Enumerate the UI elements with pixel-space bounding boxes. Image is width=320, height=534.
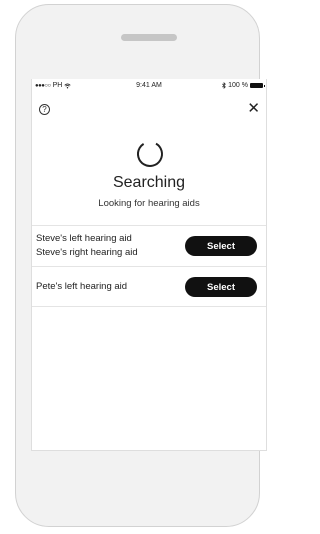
device-list: Steve's left hearing aid Steve's right h… (32, 225, 266, 307)
device-name: Steve's right hearing aid (36, 247, 138, 258)
select-button[interactable]: Select (185, 236, 257, 256)
status-right: 100 % (222, 82, 265, 89)
bluetooth-icon (222, 82, 226, 89)
device-row: Pete's left hearing aid Select (32, 267, 266, 307)
device-row: Steve's left hearing aid Steve's right h… (32, 226, 266, 267)
device-names: Pete's left hearing aid (36, 280, 127, 294)
page-title: Searching (112, 174, 186, 191)
battery-icon (250, 83, 265, 88)
help-icon[interactable]: ? (39, 104, 50, 115)
phone-speaker (121, 34, 177, 41)
status-bar: ●●●○○ PH 9:41 AM 100 % (32, 79, 266, 95)
battery-percent: 100 % (228, 82, 248, 89)
app-screen: ●●●○○ PH 9:41 AM 100 % ? ✕ Searching Loo… (31, 79, 267, 451)
select-button[interactable]: Select (185, 277, 257, 297)
loading-spinner-icon (137, 141, 163, 167)
page-subtitle: Looking for hearing aids (98, 198, 200, 209)
close-icon[interactable]: ✕ (247, 101, 260, 116)
device-name: Steve's left hearing aid (36, 233, 132, 244)
device-name: Pete's left hearing aid (36, 281, 128, 292)
device-names: Steve's left hearing aid Steve's right h… (36, 232, 138, 260)
